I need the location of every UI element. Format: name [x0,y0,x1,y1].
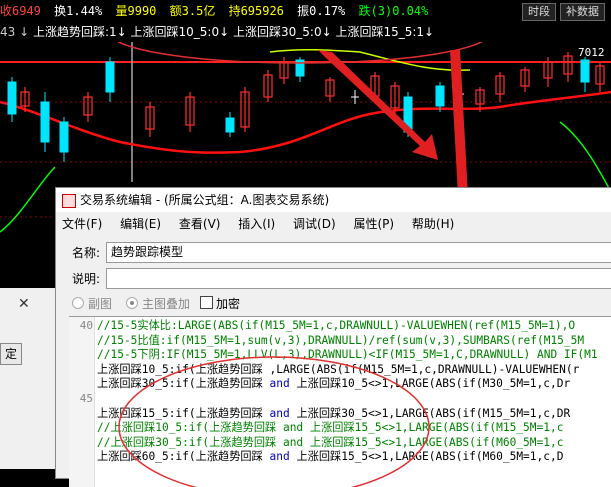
menu-bar: 文件(F) 编辑(E) 查看(V) 插入(I) 调试(D) 属性(P) 帮助(H… [56,212,611,236]
background-dialog: ✕ 定 [0,288,56,469]
code-editor[interactable]: 40 45 //15-5实体比:LARGE(ABS(if(M15_5M=1,c,… [69,316,611,487]
menu-properties[interactable]: 属性(P) [353,217,394,231]
supplement-data-button[interactable]: 补数据 [560,3,605,21]
dialog-title: 交易系统编辑 - (所属公式组：A.图表交易系统) [80,193,330,207]
amplitude: 振0.17% [297,4,346,18]
description-input[interactable] [106,268,611,289]
menu-edit[interactable]: 编辑(E) [120,217,161,231]
subchart-label: 副图 [88,297,113,311]
confirm-button[interactable]: 定 [0,343,22,365]
name-input[interactable]: 趋势跟踪模型 [106,242,611,263]
dialog-titlebar: 交易系统编辑 - (所属公式组：A.图表交易系统) [56,188,611,212]
signal-prefix: 43 ↓ [0,25,30,39]
code-annotation [118,356,430,487]
menu-insert[interactable]: 插入(I) [238,217,275,231]
quote-info-bar: 收6949 换1.44% 量9990 额3.5亿 持695926 振0.17% … [0,0,611,22]
close-icon[interactable]: ✕ [18,296,30,312]
signal-pullback-30-5: 上涨回踩30_5:0↓ [233,25,332,39]
main-overlay-label: 主图叠加 [142,297,191,311]
main-overlay-radio[interactable] [126,297,138,309]
app-icon [62,194,76,208]
channel-right-curve [559,121,611,193]
open-interest: 持695926 [228,4,284,18]
channel-lower-curve [0,166,56,233]
signal-bar: 43 ↓ 上涨趋势回踩:1↓ 上涨回踩10_5:0↓ 上涨回踩30_5:0↓ 上… [0,22,611,42]
price-label: 7012 [578,46,605,59]
time-period-button[interactable]: 时段 [522,3,556,21]
name-label: 名称: [72,246,101,260]
menu-help[interactable]: 帮助(H) [412,217,454,231]
candlesticks [7,52,605,162]
fall-count: 跌(3)0.04% [358,4,429,18]
volume: 量9990 [115,4,157,18]
signal-uptrend-pullback: 上涨趋势回踩:1↓ [32,25,127,39]
menu-view[interactable]: 查看(V) [179,217,221,231]
turnover-rate: 换1.44% [54,4,103,18]
description-label: 说明: [72,272,101,286]
signal-pullback-15-5: 上涨回踩15_5:1↓ [335,25,435,39]
subchart-radio[interactable] [72,297,84,309]
encrypt-checkbox[interactable] [200,296,213,309]
annotation-ellipse-code [118,356,430,487]
trading-system-editor-dialog: 交易系统编辑 - (所属公式组：A.图表交易系统) 文件(F) 编辑(E) 查看… [55,187,611,487]
signal-pullback-10-5: 上涨回踩10_5:0↓ [130,25,230,39]
close-price: 收6949 [0,4,41,18]
encrypt-label: 加密 [216,297,241,311]
menu-debug[interactable]: 调试(D) [293,217,336,231]
amount: 额3.5亿 [169,4,216,18]
menu-file[interactable]: 文件(F) [62,217,102,231]
